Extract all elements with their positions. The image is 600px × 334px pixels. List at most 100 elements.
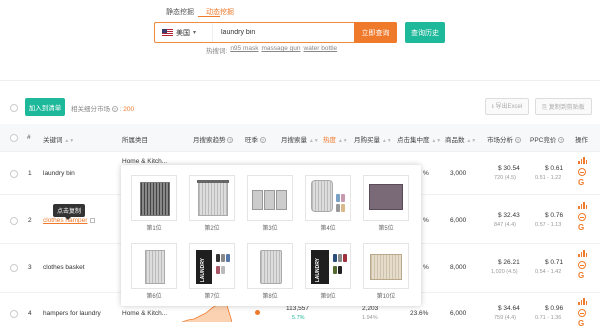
row-click-partial: %	[423, 217, 429, 224]
tall-hamper-image[interactable]	[131, 243, 177, 289]
column-purchases-label: 月购买量	[354, 137, 380, 144]
help-icon[interactable]: ?	[558, 137, 565, 144]
sort-icon: ▲▼	[431, 138, 442, 144]
color-swatch	[338, 266, 342, 274]
purple-basket-image[interactable]	[363, 175, 409, 221]
row-click-concentration: 23.6%	[410, 310, 429, 317]
row-divider	[0, 151, 600, 152]
bar-chart-icon[interactable]	[578, 298, 587, 305]
color-swatch	[341, 194, 345, 202]
active-tab-indicator	[198, 16, 220, 17]
add-to-list-button[interactable]: 加入到清单	[25, 98, 65, 116]
bar-chart-icon[interactable]	[578, 250, 587, 257]
color-swatch	[216, 266, 220, 274]
remove-icon[interactable]	[578, 213, 586, 221]
remove-icon[interactable]	[578, 168, 586, 176]
color-swatch	[221, 266, 225, 274]
row-searches-change: 5.7%	[292, 315, 305, 321]
woven-basket-image[interactable]	[363, 243, 409, 289]
basket-shape	[369, 184, 403, 210]
round-hamper-image[interactable]	[305, 175, 351, 221]
grey-bag-image[interactable]	[247, 243, 293, 289]
row-products: 8,000	[450, 264, 467, 271]
row-purchases: 2,203	[362, 305, 379, 312]
row-checkbox[interactable]	[10, 217, 18, 225]
google-icon[interactable]: G	[578, 271, 584, 280]
google-icon[interactable]: G	[578, 178, 584, 187]
header-checkbox[interactable]	[10, 134, 18, 142]
hot-word-link[interactable]: n95 mask	[230, 45, 258, 55]
grey-hamper-image[interactable]	[189, 175, 235, 221]
black-laundry-bag-image[interactable]: LAUNDRY	[189, 243, 235, 289]
row-checkbox[interactable]	[10, 310, 18, 318]
google-icon[interactable]: G	[578, 319, 584, 328]
external-link-icon[interactable]	[90, 217, 96, 223]
section-divider	[0, 80, 600, 81]
row-ppc-range: 0.57 - 1.13	[535, 222, 562, 228]
bag-shape: LAUNDRY	[196, 250, 212, 284]
row-ppc: $ 0.76	[545, 212, 564, 219]
search-bar: 美国 ▾ 立即查询	[154, 22, 397, 43]
hot-search-words: 热搜词: n95 mask massage gun water bottle	[206, 45, 337, 55]
column-products[interactable]: 商品数 ▲▼	[445, 134, 476, 144]
rank-label: 第9位	[320, 294, 336, 300]
export-excel-button[interactable]: ⭳ 导出Excel	[485, 98, 529, 115]
hot-word-link[interactable]: massage gun	[262, 45, 301, 55]
column-season: 旺季 ?	[245, 134, 266, 144]
rank-label: 第1位	[146, 226, 162, 232]
column-searches[interactable]: 月搜索量 ▲▼	[281, 134, 319, 144]
sort-icon: ▲▼	[308, 138, 319, 144]
row-number: 2	[28, 217, 32, 224]
column-purchases[interactable]: 月购买量 ▲▼	[354, 134, 392, 144]
column-keyword[interactable]: 关键词 ▲▼	[43, 134, 74, 144]
hamper-shape	[311, 180, 333, 212]
row-ppc: $ 0.61	[545, 165, 564, 172]
sorter-image[interactable]	[247, 175, 293, 221]
row-keyword[interactable]: hampers for laundry	[43, 310, 101, 317]
select-all-checkbox[interactable]	[10, 104, 18, 112]
query-history-button[interactable]: 查询历史	[405, 22, 445, 43]
color-swatch	[343, 254, 347, 262]
column-category: 所属类目	[122, 137, 148, 144]
sort-icon: ▲▼	[466, 138, 477, 144]
help-icon[interactable]: ?	[259, 137, 266, 144]
country-select[interactable]: 美国 ▾	[155, 23, 213, 42]
hamper-shape	[140, 182, 170, 216]
help-icon[interactable]: ?	[227, 137, 234, 144]
rank-label: 第5位	[378, 226, 394, 232]
row-market-sub: 759 (4.4)	[494, 315, 517, 321]
row-checkbox[interactable]	[10, 264, 18, 272]
row-market-price: $ 30.54	[498, 165, 520, 172]
bar-chart-icon[interactable]	[578, 202, 587, 209]
remove-icon[interactable]	[578, 309, 586, 317]
mesh-hamper-image[interactable]	[131, 175, 177, 221]
row-searches: 113,557	[286, 305, 310, 312]
remove-icon[interactable]	[578, 261, 586, 269]
column-season-label: 旺季	[245, 137, 258, 144]
search-button[interactable]: 立即查询	[354, 22, 397, 43]
bar-chart-icon[interactable]	[578, 157, 587, 164]
row-checkbox[interactable]	[10, 170, 18, 178]
row-keyword[interactable]: clothes basket	[43, 264, 85, 271]
row-ppc-range: 0.51 - 1.22	[535, 175, 562, 181]
column-products-label: 商品数	[445, 137, 465, 144]
help-icon[interactable]: ?	[111, 106, 118, 113]
copy-clipboard-button[interactable]: ⎘ 复制到剪贴板	[535, 98, 592, 115]
bag-shape	[260, 250, 282, 284]
column-click-label: 点击集中度	[397, 137, 430, 144]
row-click-partial: %	[423, 170, 429, 177]
sort-icon: ▲▼	[381, 138, 392, 144]
black-laundry-hamper-image[interactable]: LAUNDRY	[305, 243, 351, 289]
tab-static-mining[interactable]: 静态挖掘	[166, 7, 194, 17]
hot-word-link[interactable]: water bottle	[304, 45, 338, 55]
market-count-label: 相关细分市场 ? : 200	[71, 106, 135, 113]
row-keyword[interactable]: laundry bin	[43, 170, 75, 177]
row-products: 6,000	[450, 310, 467, 317]
column-heat[interactable]: 热度 ▲▼	[323, 134, 348, 144]
chevron-down-icon: ▾	[193, 30, 197, 36]
google-icon[interactable]: G	[578, 223, 584, 232]
column-click-concentration[interactable]: 点击集中度 ▲▼	[397, 134, 441, 144]
basket-shape	[370, 254, 402, 280]
help-icon[interactable]: ?	[514, 137, 521, 144]
row-click-partial: %	[423, 264, 429, 271]
